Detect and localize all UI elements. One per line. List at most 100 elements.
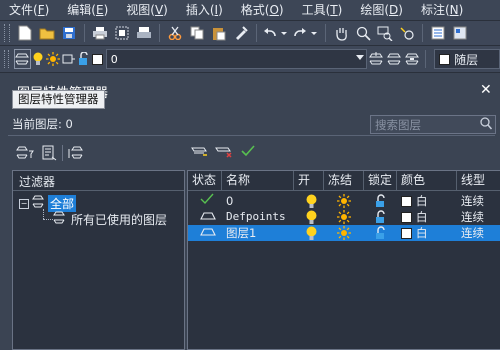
design-center-icon[interactable] [450, 23, 470, 43]
menu-label: 文件( [9, 3, 38, 17]
plot-icon[interactable] [134, 23, 154, 43]
open-folder-icon[interactable] [37, 23, 57, 43]
new-file-icon[interactable] [15, 23, 35, 43]
divider [8, 135, 495, 136]
layer-on-bulb-icon[interactable] [33, 49, 44, 69]
menu-accelerator: O [269, 3, 279, 17]
menu-accelerator: N [449, 3, 459, 17]
menu-item[interactable]: 工具(T) [293, 0, 352, 20]
toolbar-separator [159, 24, 160, 42]
save-icon[interactable] [59, 23, 79, 43]
layer-thaw-sun-icon[interactable] [337, 210, 351, 226]
redo-icon[interactable] [292, 23, 320, 43]
layer-name[interactable]: 0 [226, 193, 233, 209]
delete-layer-icon[interactable] [214, 141, 234, 161]
layer-color-swatch[interactable]: 白 [401, 225, 428, 241]
copy-icon[interactable] [187, 23, 207, 43]
zoom-realtime-icon[interactable] [353, 23, 373, 43]
filter-tree-pane[interactable]: 过滤器 − 全部 所有已使用的图层 [12, 170, 185, 350]
layer-color-swatch[interactable] [91, 49, 103, 69]
search-layer-input[interactable]: 搜索图层 [370, 115, 496, 134]
menu-label-close: ) [458, 3, 464, 17]
layer-color-swatch[interactable]: 白 [401, 209, 428, 225]
filter-header-label: 过滤器 [19, 175, 56, 189]
color-dropdown-value: 随层 [454, 52, 479, 67]
table-row[interactable]: Defpoints 白 连续 [188, 209, 500, 225]
match-properties-icon[interactable] [231, 23, 251, 43]
layer-on-bulb-icon[interactable] [306, 226, 317, 242]
layer-table[interactable]: 状态 名称 开 冻结 锁定 颜色 线型 0 白连续 Defpoints 白连续 图层1 白… [187, 170, 500, 350]
column-header-linetype[interactable]: 线型 [457, 171, 500, 190]
new-layer-icon[interactable] [190, 141, 210, 161]
menu-item[interactable]: 插入(I) [177, 0, 232, 20]
layer-dropdown[interactable]: 0 [105, 49, 368, 69]
set-current-checkmark-icon[interactable] [238, 141, 258, 161]
pan-hand-icon[interactable] [331, 23, 351, 43]
layer-color-label: 白 [416, 194, 428, 208]
new-property-filter-icon[interactable] [15, 143, 35, 163]
layer-thaw-sun-icon[interactable] [337, 226, 351, 242]
layer-states-manager-icon[interactable] [67, 143, 87, 163]
filter-label-used: 所有已使用的图层 [71, 213, 168, 227]
layer-thaw-sun-icon[interactable] [45, 49, 60, 69]
layer-unlock-icon[interactable] [375, 210, 388, 226]
table-row[interactable]: 0 白 连续 [188, 193, 500, 209]
column-header-color[interactable]: 颜色 [397, 171, 457, 190]
layer-manager-button[interactable] [14, 49, 31, 69]
chevron-down-icon[interactable] [356, 55, 365, 60]
menu-item[interactable]: 视图(V) [117, 0, 177, 20]
menu-item[interactable]: 文件(F) [0, 0, 58, 20]
menu-item[interactable]: 标注(N) [412, 0, 472, 20]
column-header-lock[interactable]: 锁定 [364, 171, 397, 190]
layer-isolate-icon[interactable] [404, 49, 420, 69]
layer-name[interactable]: Defpoints [226, 209, 286, 225]
menu-item[interactable]: 格式(O) [232, 0, 293, 20]
column-header-on[interactable]: 开 [294, 171, 324, 190]
filter-node-used-layers[interactable]: 所有已使用的图层 [53, 211, 167, 228]
menu-accelerator: E [95, 3, 104, 17]
menu-label: 格式( [240, 3, 270, 17]
properties-palette-icon[interactable] [428, 23, 448, 43]
layer-status-icon[interactable] [200, 225, 216, 241]
layer-on-bulb-icon[interactable] [306, 194, 317, 210]
make-current-layer-icon[interactable] [368, 49, 384, 69]
column-header-name[interactable]: 名称 [222, 171, 294, 190]
toolbar-grip[interactable] [4, 50, 10, 68]
menu-item[interactable]: 编辑(E) [58, 0, 117, 20]
layer-status-icon[interactable] [200, 209, 216, 225]
menu-label-close: ) [278, 3, 284, 17]
menu-item[interactable]: 绘图(D) [351, 0, 412, 20]
layer-name[interactable]: 图层1 [226, 225, 256, 241]
collapse-toggle-icon[interactable]: − [19, 198, 29, 209]
layer-previous-icon[interactable] [386, 49, 402, 69]
zoom-window-icon[interactable] [375, 23, 395, 43]
search-icon[interactable] [480, 117, 493, 133]
print-preview-icon[interactable] [112, 23, 132, 43]
layer-color-swatch[interactable]: 白 [401, 193, 428, 209]
paste-icon[interactable] [209, 23, 229, 43]
column-header-freeze[interactable]: 冻结 [324, 171, 364, 190]
color-dropdown[interactable]: 随层 [434, 49, 500, 69]
layer-viewport-icon[interactable] [62, 49, 76, 69]
layer-linetype[interactable]: 连续 [461, 209, 484, 225]
current-checkmark-icon[interactable] [200, 193, 214, 209]
table-row[interactable]: 图层1 白 连续 [188, 225, 500, 241]
layer-linetype[interactable]: 连续 [461, 193, 484, 209]
column-header-status[interactable]: 状态 [188, 171, 222, 190]
layer-unlock-icon[interactable] [375, 226, 388, 242]
layer-unlock-icon[interactable] [375, 194, 388, 210]
filter-node-all[interactable]: − 全部 [19, 195, 77, 212]
cut-icon[interactable] [165, 23, 185, 43]
undo-icon[interactable] [262, 23, 290, 43]
layer-thaw-sun-icon[interactable] [337, 194, 351, 210]
menu-label: 绘图( [360, 3, 389, 17]
new-group-filter-icon[interactable] [39, 143, 59, 163]
layer-unlock-icon[interactable] [78, 49, 90, 69]
layer-linetype[interactable]: 连续 [461, 225, 484, 241]
close-icon[interactable]: ✕ [480, 82, 492, 98]
print-icon[interactable] [90, 23, 110, 43]
toolbar-grip[interactable] [4, 24, 10, 42]
layer-on-bulb-icon[interactable] [306, 210, 317, 226]
filter-header: 过滤器 [13, 171, 184, 191]
zoom-previous-icon[interactable] [397, 23, 417, 43]
